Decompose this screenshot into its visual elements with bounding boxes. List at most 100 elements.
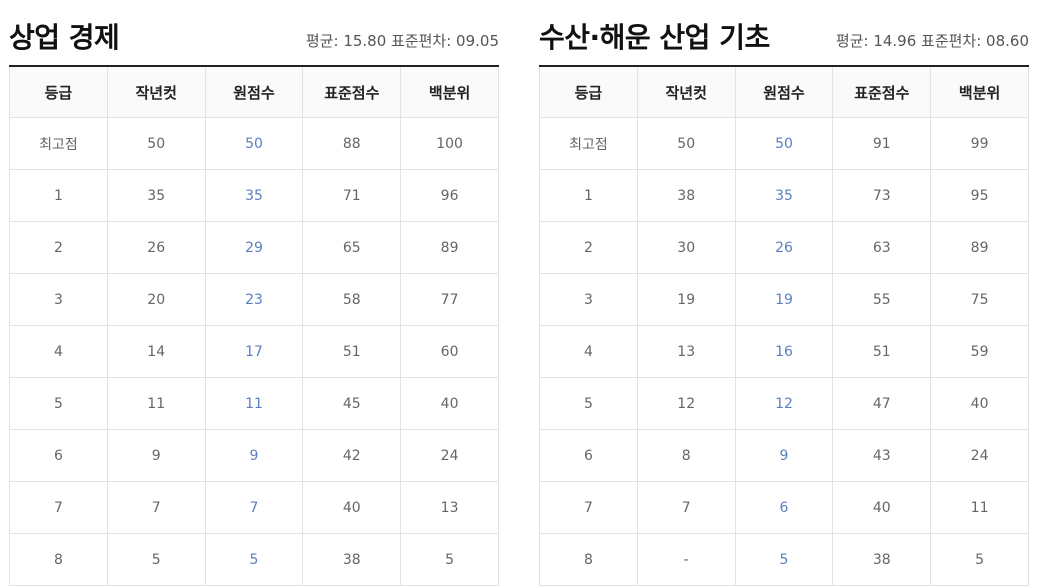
cell-percentile: 96: [400, 169, 499, 222]
cell-grade: 2: [9, 221, 108, 274]
col-raw-score: 원점수: [734, 65, 834, 118]
table-row: 2 30 26 63 89: [539, 221, 1029, 274]
cell-raw-score: 26: [734, 221, 834, 274]
subject-stats: 평균: 15.80 표준편차: 09.05: [305, 32, 499, 50]
table-header-row: 등급 작년컷 원점수 표준점수 백분위: [9, 65, 499, 118]
cell-last-year-cut: 7: [636, 481, 736, 534]
cell-raw-score: 35: [204, 169, 304, 222]
cell-raw-score: 17: [204, 325, 304, 378]
cell-percentile: 40: [400, 377, 499, 430]
cell-last-year-cut: 14: [106, 325, 206, 378]
cell-raw-score: 11: [204, 377, 304, 430]
col-grade: 등급: [539, 65, 638, 118]
cell-standard-score: 40: [832, 481, 932, 534]
cell-raw-score: 35: [734, 169, 834, 222]
cell-percentile: 59: [930, 325, 1029, 378]
cell-standard-score: 73: [832, 169, 932, 222]
cell-percentile: 24: [930, 429, 1029, 482]
cell-grade: 5: [539, 377, 638, 430]
cell-percentile: 5: [400, 533, 499, 586]
cell-last-year-cut: 8: [636, 429, 736, 482]
cell-raw-score: 6: [734, 481, 834, 534]
cell-raw-score: 9: [204, 429, 304, 482]
col-raw-score: 원점수: [204, 65, 304, 118]
cell-standard-score: 63: [832, 221, 932, 274]
cell-grade: 4: [539, 325, 638, 378]
cell-raw-score: 23: [204, 273, 304, 326]
table-row: 7 7 7 40 13: [9, 481, 499, 534]
cell-last-year-cut: 50: [636, 117, 736, 170]
subject-stats: 평균: 14.96 표준편차: 08.60: [835, 32, 1029, 50]
cell-grade: 1: [9, 169, 108, 222]
table-row: 5 12 12 47 40: [539, 377, 1029, 430]
table-row: 6 8 9 43 24: [539, 429, 1029, 482]
cell-standard-score: 38: [832, 533, 932, 586]
cell-standard-score: 47: [832, 377, 932, 430]
cell-percentile: 100: [400, 117, 499, 170]
table-row: 8-5 38 5: [539, 533, 1029, 586]
cell-standard-score: 38: [302, 533, 402, 586]
cell-standard-score: 58: [302, 273, 402, 326]
subject-title: 상업 경제: [9, 21, 120, 54]
cell-grade: 2: [539, 221, 638, 274]
cell-percentile: 5: [930, 533, 1029, 586]
cell-last-year-cut: 35: [106, 169, 206, 222]
cell-raw-score: 7: [204, 481, 304, 534]
table-row: 2 26 29 65 89: [9, 221, 499, 274]
cell-standard-score: 71: [302, 169, 402, 222]
cell-percentile: 89: [930, 221, 1029, 274]
cell-percentile: 24: [400, 429, 499, 482]
cell-grade: 8: [9, 533, 108, 586]
col-last-year-cut: 작년컷: [636, 65, 736, 118]
cell-grade: 최고점: [539, 117, 638, 170]
cell-raw-score: 5: [734, 533, 834, 586]
cell-grade: 3: [9, 273, 108, 326]
cell-standard-score: 42: [302, 429, 402, 482]
cell-raw-score: 19: [734, 273, 834, 326]
cell-raw-score: 16: [734, 325, 834, 378]
col-standard-score: 표준점수: [832, 65, 932, 118]
subject-title: 수산·해운 산업 기초: [539, 21, 770, 54]
cell-last-year-cut: 7: [106, 481, 206, 534]
cell-standard-score: 91: [832, 117, 932, 170]
cell-grade: 6: [9, 429, 108, 482]
cell-percentile: 60: [400, 325, 499, 378]
cell-last-year-cut: 5: [106, 533, 206, 586]
table-row: 최고점 50 50 88 100: [9, 117, 499, 170]
cell-grade: 8: [539, 533, 638, 586]
cell-grade: 7: [539, 481, 638, 534]
table-header-row: 등급 작년컷 원점수 표준점수 백분위: [539, 65, 1029, 118]
cell-last-year-cut: 20: [106, 273, 206, 326]
cell-standard-score: 51: [832, 325, 932, 378]
table-row: 1 35 35 71 96: [9, 169, 499, 222]
subject-panel-commerce: 상업 경제 평균: 15.80 표준편차: 09.05 등급 작년컷 원점수 표…: [9, 0, 499, 586]
col-standard-score: 표준점수: [302, 65, 402, 118]
panel-header: 수산·해운 산업 기초 평균: 14.96 표준편차: 08.60: [539, 0, 1029, 65]
cell-last-year-cut: 50: [106, 117, 206, 170]
table-body: 최고점 50 50 91 99 1 38 35 73 95 2 30 26 63 89 3 19 19 55 75 4 1…: [539, 117, 1029, 586]
score-table: 등급 작년컷 원점수 표준점수 백분위 최고점 50 50 91 99 1 38 35 73 95…: [539, 65, 1029, 586]
cell-grade: 최고점: [9, 117, 108, 170]
cell-last-year-cut: 38: [636, 169, 736, 222]
cell-standard-score: 51: [302, 325, 402, 378]
cell-percentile: 13: [400, 481, 499, 534]
cell-percentile: 95: [930, 169, 1029, 222]
cell-percentile: 99: [930, 117, 1029, 170]
cell-last-year-cut: -: [636, 533, 736, 586]
table-row: 최고점 50 50 91 99: [539, 117, 1029, 170]
cell-last-year-cut: 11: [106, 377, 206, 430]
table-row: 4 13 16 51 59: [539, 325, 1029, 378]
cell-grade: 7: [9, 481, 108, 534]
cell-grade: 1: [539, 169, 638, 222]
table-row: 8 5 5 38 5: [9, 533, 499, 586]
col-last-year-cut: 작년컷: [106, 65, 206, 118]
cell-last-year-cut: 9: [106, 429, 206, 482]
cell-raw-score: 9: [734, 429, 834, 482]
col-percentile: 백분위: [930, 65, 1029, 118]
cell-standard-score: 40: [302, 481, 402, 534]
cell-standard-score: 43: [832, 429, 932, 482]
table-row: 3 20 23 58 77: [9, 273, 499, 326]
cell-standard-score: 88: [302, 117, 402, 170]
table-row: 5 11 11 45 40: [9, 377, 499, 430]
cell-standard-score: 55: [832, 273, 932, 326]
